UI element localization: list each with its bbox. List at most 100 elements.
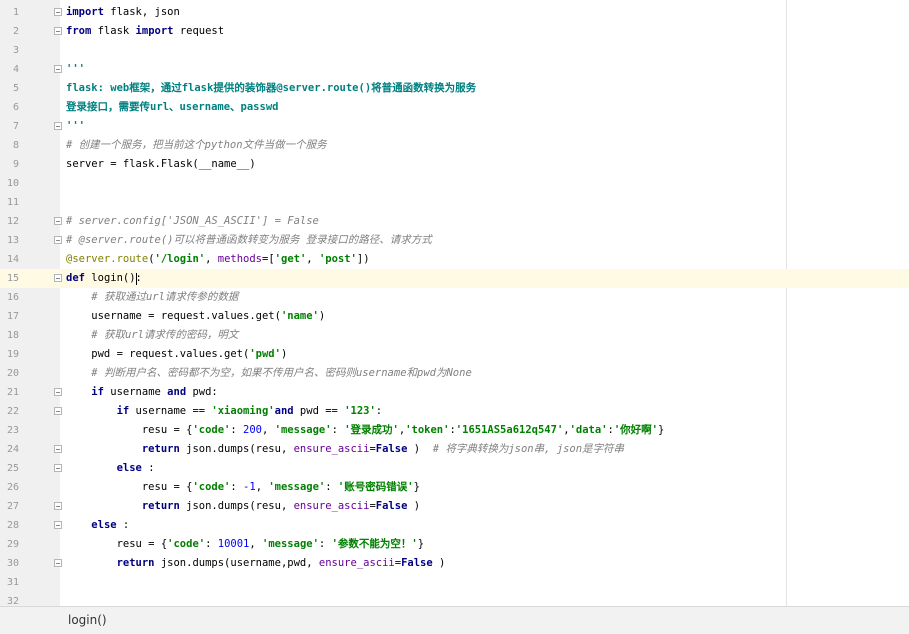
code-line[interactable]: 10 <box>0 174 909 193</box>
code-token: 'message' <box>268 481 326 493</box>
code-token: ensure_ascii <box>293 443 370 455</box>
code-token: import <box>66 6 111 18</box>
line-number: 9 <box>12 159 19 170</box>
code-token: : <box>318 538 332 550</box>
code-editor[interactable]: 1 import flask, json 2 from flask import re… <box>0 0 909 607</box>
code-line[interactable]: 2 from flask import request <box>0 22 909 41</box>
code-text: return json.dumps(resu, ensure_ascii=Fal… <box>66 500 420 513</box>
code-text: else : <box>66 519 129 532</box>
code-token: 'data' <box>569 424 608 436</box>
code-line[interactable]: 20 # 判断用户名、密码都不为空，如果不传用户名、密码则username和pw… <box>0 364 909 383</box>
code-token: : <box>325 481 338 493</box>
code-token: 'message' <box>262 538 319 550</box>
code-line[interactable]: 11 <box>0 193 909 212</box>
line-number: 10 <box>6 178 19 189</box>
code-token: : <box>375 405 383 417</box>
fold-toggle-icon[interactable] <box>54 388 62 396</box>
code-line[interactable]: 14 @server.route('/login', methods=['get'… <box>0 250 909 269</box>
code-token: # 创建一个服务，把当前这个python文件当做一个服务 <box>66 139 327 151</box>
code-text: # server.config['JSON_AS_ASCII'] = False <box>66 215 319 228</box>
code-text: return json.dumps(resu, ensure_ascii=Fal… <box>66 443 624 456</box>
code-token: , <box>249 538 263 550</box>
code-line[interactable]: 22 if username == 'xiaoming'and pwd == '… <box>0 402 909 421</box>
code-line[interactable]: 17 username = request.values.get('name') <box>0 307 909 326</box>
code-text: flask: web框架，通过flask提供的装饰器@server.route(… <box>66 82 476 95</box>
code-line[interactable]: 13 # @server.route()可以将普通函数转变为服务 登录接口的路径、… <box>0 231 909 250</box>
code-line[interactable]: 5 flask: web框架，通过flask提供的装饰器@server.route… <box>0 79 909 98</box>
code-token: '1651AS5a612q547' <box>455 424 564 436</box>
code-token: , <box>306 253 319 265</box>
fold-toggle-icon[interactable] <box>54 559 62 567</box>
fold-toggle-icon[interactable] <box>54 521 62 529</box>
code-token: : <box>122 519 130 531</box>
code-token: 登录接口，需要传url、username、passwd <box>66 101 279 113</box>
code-token: , <box>255 481 269 493</box>
code-line[interactable]: 15 def login(): <box>0 269 909 288</box>
code-token: ]) <box>356 253 370 265</box>
code-token: '/login' <box>154 253 206 265</box>
code-line[interactable]: 30 return json.dumps(username,pwd, ensur… <box>0 554 909 573</box>
line-number: 4 <box>12 64 19 75</box>
code-token: ) <box>318 310 326 322</box>
fold-toggle-icon[interactable] <box>54 464 62 472</box>
code-token: username == <box>135 405 212 417</box>
code-line[interactable]: 24 return json.dumps(resu, ensure_ascii=… <box>0 440 909 459</box>
code-token: '账号密码错误' <box>337 481 414 493</box>
code-line[interactable]: 7 ''' <box>0 117 909 136</box>
code-line[interactable]: 1 import flask, json <box>0 3 909 22</box>
code-line[interactable]: 31 <box>0 573 909 592</box>
fold-toggle-icon[interactable] <box>54 8 62 16</box>
code-token: 'pwd' <box>249 348 281 360</box>
code-line[interactable]: 23 resu = {'code': 200, 'message': '登录成功… <box>0 421 909 440</box>
code-line[interactable]: 26 resu = {'code': -1, 'message': '账号密码错… <box>0 478 909 497</box>
code-line[interactable]: 16 # 获取通过url请求传参的数据 <box>0 288 909 307</box>
code-line[interactable]: 21 if username and pwd: <box>0 383 909 402</box>
line-number: 26 <box>6 482 19 493</box>
code-token: : <box>230 424 244 436</box>
status-bar: login() <box>0 606 909 634</box>
code-token: request <box>179 25 225 37</box>
code-line[interactable]: 25 else : <box>0 459 909 478</box>
code-token: } <box>658 424 665 436</box>
code-line[interactable]: 19 pwd = request.values.get('pwd') <box>0 345 909 364</box>
code-token: 'token' <box>405 424 450 436</box>
code-token: return <box>141 443 187 455</box>
code-token: flask: web框架，通过flask提供的装饰器@server.route(… <box>66 82 477 94</box>
code-line[interactable]: 27 return json.dumps(resu, ensure_ascii=… <box>0 497 909 516</box>
fold-toggle-icon[interactable] <box>54 502 62 510</box>
line-number: 14 <box>6 254 19 265</box>
code-token: } <box>417 538 425 550</box>
code-token: 'code' <box>167 538 206 550</box>
code-line[interactable]: 4 ''' <box>0 60 909 79</box>
fold-toggle-icon[interactable] <box>54 65 62 73</box>
code-line[interactable]: 12 # server.config['JSON_AS_ASCII'] = Fal… <box>0 212 909 231</box>
fold-toggle-icon[interactable] <box>54 407 62 415</box>
fold-toggle-icon[interactable] <box>54 122 62 130</box>
code-line[interactable]: 9 server = flask.Flask(__name__) <box>0 155 909 174</box>
code-line[interactable]: 8 # 创建一个服务，把当前这个python文件当做一个服务 <box>0 136 909 155</box>
fold-toggle-icon[interactable] <box>54 27 62 35</box>
code-line[interactable]: 3 <box>0 41 909 60</box>
fold-toggle-icon[interactable] <box>54 236 62 244</box>
line-number: 16 <box>6 292 19 303</box>
code-line[interactable]: 6 登录接口，需要传url、username、passwd <box>0 98 909 117</box>
line-number: 18 <box>6 330 19 341</box>
code-token: flask <box>97 25 136 37</box>
fold-toggle-icon[interactable] <box>54 217 62 225</box>
code-token: ensure_ascii <box>293 500 370 512</box>
text-caret <box>136 273 137 285</box>
code-token: else <box>91 519 123 531</box>
code-line[interactable]: 28 else : <box>0 516 909 535</box>
line-number: 1 <box>12 7 19 18</box>
code-token: 200 <box>243 424 262 436</box>
fold-toggle-icon[interactable] <box>54 445 62 453</box>
code-line[interactable]: 18 # 获取url请求传的密码，明文 <box>0 326 909 345</box>
fold-toggle-icon[interactable] <box>54 274 62 282</box>
code-token: return <box>141 500 187 512</box>
code-token: 'name' <box>280 310 319 322</box>
code-token: methods <box>217 253 263 265</box>
code-line[interactable]: 29 resu = {'code': 10001, 'message': '参数… <box>0 535 909 554</box>
breadcrumb-function[interactable]: login() <box>68 613 107 627</box>
